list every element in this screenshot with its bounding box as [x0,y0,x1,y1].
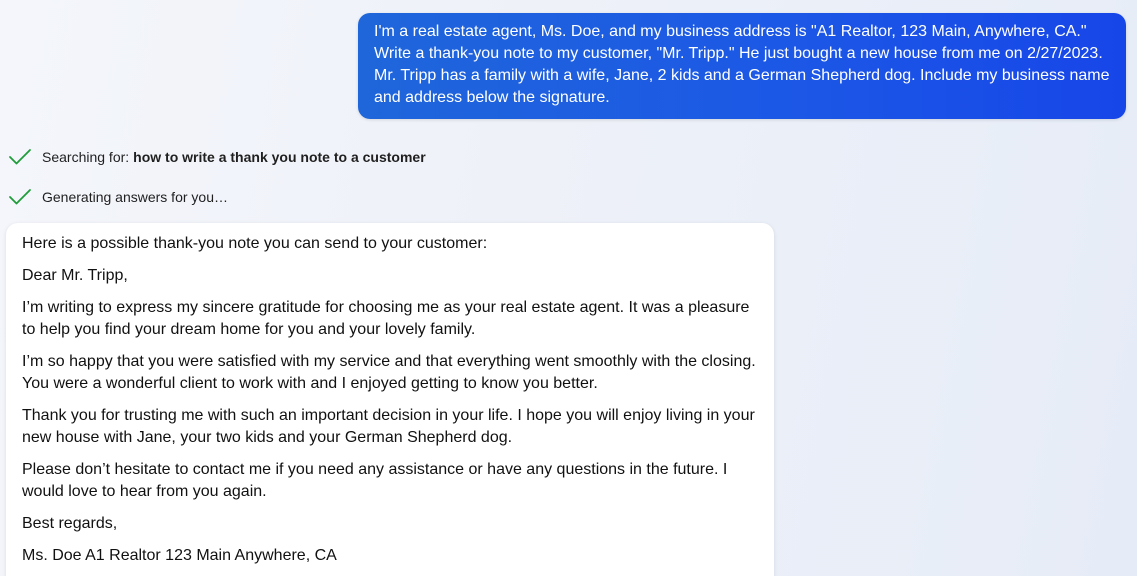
response-signature: Ms. Doe A1 Realtor 123 Main Anywhere, CA [22,547,337,564]
response-paragraph-2: I’m so happy that you were satisfied wit… [22,353,756,392]
user-message-bubble: I'm a real estate agent, Ms. Doe, and my… [358,13,1126,119]
response-paragraph-4: Please don’t hesitate to contact me if y… [22,461,728,500]
generating-label: Generating answers for you… [42,189,228,205]
search-query-link[interactable]: how to write a thank you note to a custo… [133,149,425,165]
searching-status: Searching for: how to write a thank you … [8,145,426,169]
bot-response-card: Here is a possible thank-you note you ca… [6,223,774,576]
response-intro: Here is a possible thank-you note you ca… [22,235,488,252]
searching-label: Searching for: [42,149,130,165]
response-closing: Best regards, [22,515,118,532]
check-icon [8,185,32,209]
user-message-text: I'm a real estate agent, Ms. Doe, and my… [374,23,1110,106]
response-paragraph-1: I’m writing to express my sincere gratit… [22,299,750,338]
check-icon [8,145,32,169]
response-greeting: Dear Mr. Tripp, [22,267,128,284]
generating-status: Generating answers for you… [8,185,228,209]
response-paragraph-3: Thank you for trusting me with such an i… [22,407,755,446]
